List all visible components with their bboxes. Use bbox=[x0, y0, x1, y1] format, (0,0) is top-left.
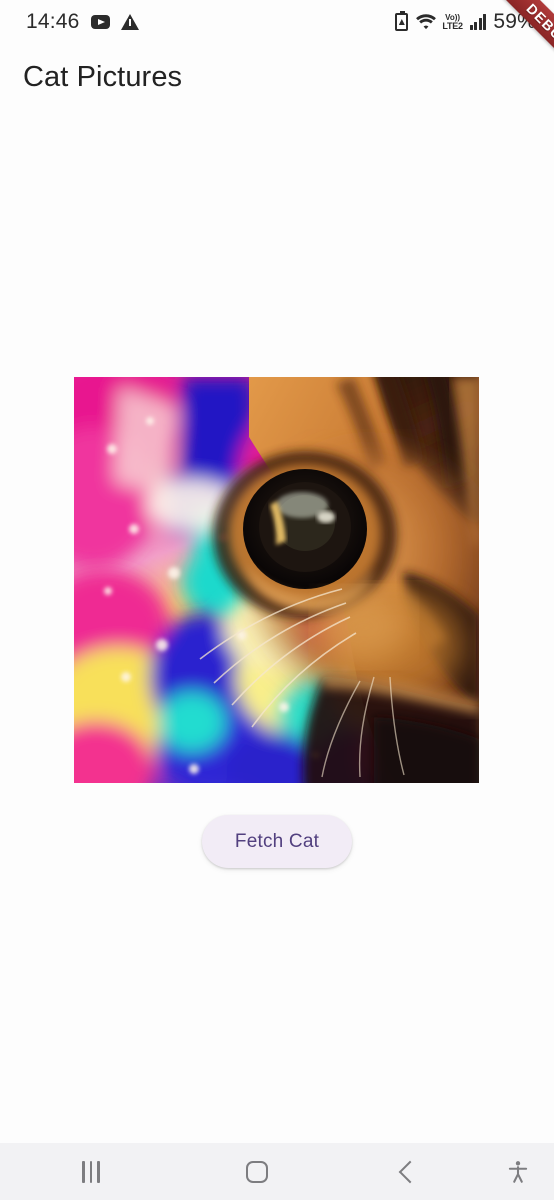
youtube-icon bbox=[90, 15, 110, 29]
status-bar-right: Vo)) LTE2 59% bbox=[395, 10, 536, 34]
accessibility-button[interactable] bbox=[482, 1143, 554, 1200]
recents-icon bbox=[82, 1160, 100, 1183]
page-title: Cat Pictures bbox=[23, 61, 183, 93]
system-navigation-bar bbox=[0, 1143, 554, 1200]
status-bar-left: 14:46 bbox=[26, 10, 139, 34]
home-button[interactable] bbox=[182, 1143, 332, 1200]
back-button[interactable] bbox=[332, 1143, 482, 1200]
battery-saver-icon bbox=[395, 11, 409, 31]
accessibility-icon bbox=[508, 1160, 528, 1183]
signal-bars-icon bbox=[469, 14, 487, 30]
wifi-icon bbox=[416, 14, 437, 30]
fetch-cat-button[interactable]: Fetch Cat bbox=[202, 815, 352, 868]
status-time: 14:46 bbox=[26, 10, 80, 33]
volte-icon: Vo)) LTE2 bbox=[442, 13, 463, 31]
phone-screen: 14:46 Vo)) LTE2 59% DEBUG Cat Pictures F… bbox=[0, 0, 554, 1200]
back-chevron-icon bbox=[398, 1160, 421, 1183]
warning-icon bbox=[120, 14, 139, 30]
battery-percent: 59% bbox=[493, 10, 536, 33]
status-bar: 14:46 Vo)) LTE2 59% bbox=[0, 0, 554, 44]
cat-photo-graphic bbox=[74, 377, 479, 783]
cat-photo bbox=[74, 377, 479, 783]
volte-label-bottom: LTE2 bbox=[442, 20, 463, 31]
home-icon bbox=[246, 1160, 268, 1183]
recents-button[interactable] bbox=[0, 1143, 182, 1200]
